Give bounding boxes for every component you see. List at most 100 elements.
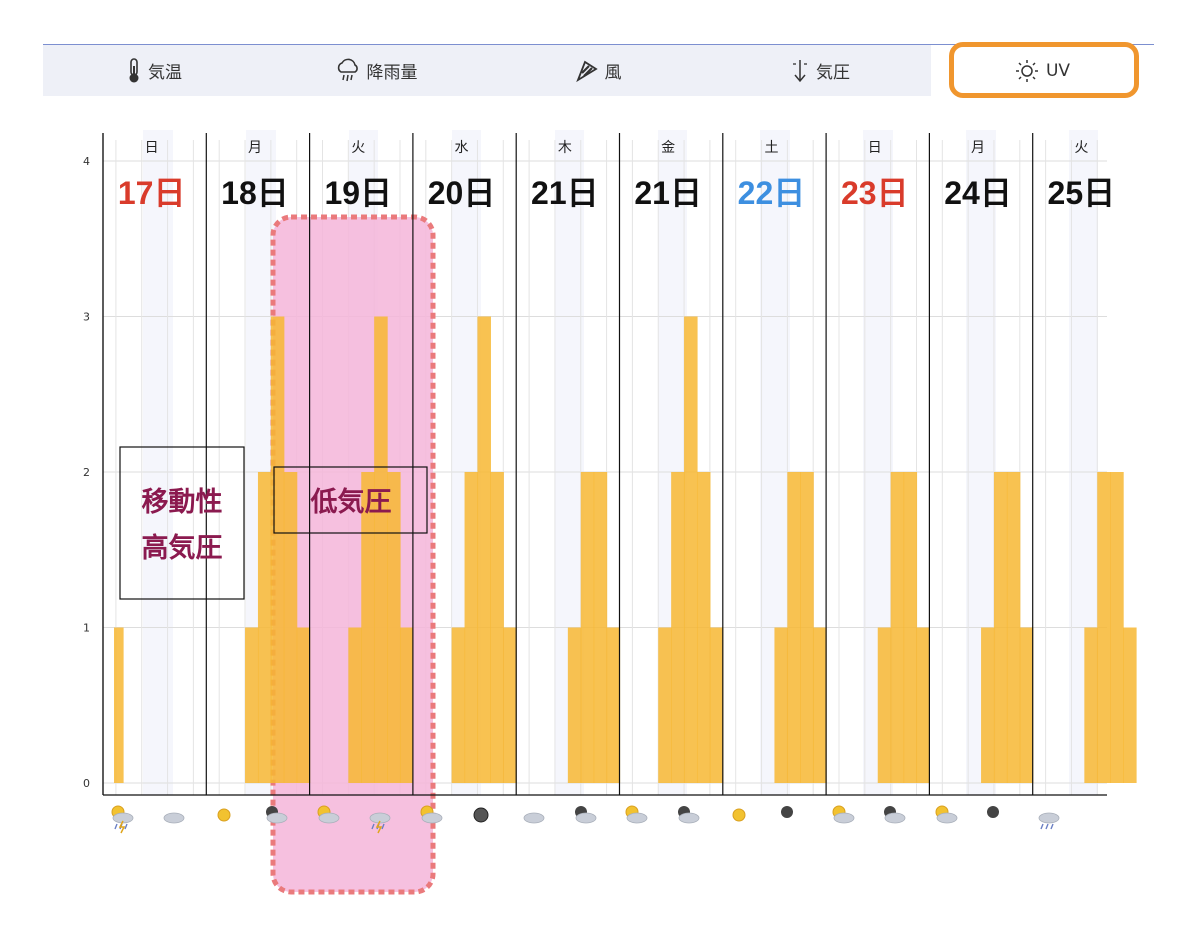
y-tick-label: 2	[83, 466, 90, 479]
date-label: 19日	[324, 175, 392, 211]
cloud-shape	[678, 812, 700, 824]
uv-bar	[114, 627, 124, 783]
y-tick-label: 1	[83, 622, 90, 635]
day-of-week-label: 火	[351, 140, 365, 156]
sun-icon	[217, 808, 231, 822]
uv-bar	[361, 472, 375, 783]
cloud-icon	[163, 812, 185, 824]
rain-cloud-icon	[1038, 812, 1060, 830]
uv-bar	[245, 627, 259, 783]
date-label: 24日	[944, 175, 1012, 211]
sun-cloud-icon	[625, 805, 648, 824]
night-shape	[781, 806, 793, 818]
uv-bar	[270, 316, 285, 783]
uv-bar	[257, 472, 272, 783]
cloud-shape	[884, 812, 906, 824]
cloud-shape	[523, 812, 545, 824]
day-of-week-label: 日	[868, 140, 882, 156]
uv-bar	[1110, 472, 1124, 783]
uv-bar	[490, 472, 504, 783]
uv-chart: 0 1 2 3 4 日 17日 月 18日 火 19日 水 20日 木 21日 金 21日 土 22日 日 23日 月 24…	[83, 130, 1137, 895]
night-icon	[781, 806, 793, 818]
uv-bar	[877, 627, 892, 783]
rain-shape	[1040, 823, 1054, 830]
uv-bar	[1097, 472, 1111, 783]
uv-bar	[567, 627, 582, 783]
sun-icon	[732, 808, 746, 822]
uv-bar	[684, 316, 698, 783]
cloud-shape	[833, 812, 855, 824]
night-band	[143, 130, 173, 795]
cloud-shape	[626, 812, 648, 824]
y-tick-label: 4	[83, 155, 90, 168]
date-label: 22日	[738, 175, 806, 211]
uv-bar	[903, 472, 918, 783]
date-label: 18日	[221, 175, 289, 211]
uv-bar	[503, 627, 517, 783]
uv-bar	[348, 627, 362, 783]
low-pressure-label: 低気圧	[310, 486, 392, 518]
day-of-week-label: 火	[1074, 140, 1088, 156]
uv-bar	[813, 627, 827, 783]
day-of-week-label: 日	[145, 140, 159, 156]
date-label: 23日	[841, 175, 909, 211]
high-pressure-label: 高気圧	[142, 532, 223, 564]
uv-bar	[606, 627, 621, 783]
uv-bar	[1019, 627, 1034, 783]
uv-bar	[374, 316, 388, 783]
cloud-night-icon	[575, 806, 597, 824]
day-of-week-label: 木	[558, 140, 572, 156]
sun-cloud-icon	[832, 805, 855, 824]
cloud-shape	[936, 812, 958, 824]
moon-shape	[473, 807, 489, 823]
uv-bar	[993, 472, 1008, 783]
date-label: 25日	[1048, 175, 1116, 211]
sun-cloud-icon	[935, 805, 958, 824]
night-shape	[987, 806, 999, 818]
day-of-week-label: 水	[455, 140, 469, 156]
night-icon	[987, 806, 999, 818]
date-label: 17日	[118, 175, 186, 211]
uv-bar	[451, 627, 466, 783]
y-tick-label: 0	[83, 777, 90, 790]
uv-bar	[283, 472, 298, 783]
moon-icon	[473, 807, 489, 823]
cloud-shape	[266, 812, 288, 824]
uv-bar	[1123, 627, 1137, 783]
cloud-icon	[523, 812, 545, 824]
day-of-week-label: 土	[764, 140, 778, 156]
cloud-night-icon	[884, 806, 906, 824]
uv-bar	[1084, 627, 1098, 783]
uv-bar	[296, 627, 311, 783]
uv-bar	[593, 472, 608, 783]
uv-bar	[981, 627, 995, 783]
high-pressure-box	[119, 446, 245, 600]
uv-bar	[800, 472, 814, 783]
cloud-shape	[421, 812, 443, 824]
date-label: 21日	[531, 175, 599, 211]
uv-bar	[399, 627, 414, 783]
date-label: 21日	[634, 175, 702, 211]
uv-bar	[787, 472, 801, 783]
uv-bar	[477, 316, 491, 783]
sun-thunder-rain-icon	[111, 805, 134, 834]
sun-shape	[217, 808, 231, 822]
day-of-week-label: 月	[971, 140, 985, 156]
y-tick-label: 3	[83, 311, 90, 324]
sun-cloud-icon	[420, 805, 443, 824]
uv-bar	[387, 472, 401, 783]
uv-bar	[709, 627, 724, 783]
date-label: 20日	[428, 175, 496, 211]
cloud-shape	[1038, 812, 1060, 824]
cloud-shape	[575, 812, 597, 824]
sun-shape	[732, 808, 746, 822]
cloud-shape	[163, 812, 185, 824]
uv-bar	[464, 472, 479, 783]
uv-bar	[696, 472, 711, 783]
day-of-week-label: 金	[661, 140, 675, 156]
high-pressure-label: 移動性	[142, 487, 223, 518]
uv-bar	[916, 627, 930, 783]
uv-bar	[580, 472, 595, 783]
day-of-week-label: 月	[248, 140, 262, 156]
cloud-night-icon	[678, 806, 700, 824]
